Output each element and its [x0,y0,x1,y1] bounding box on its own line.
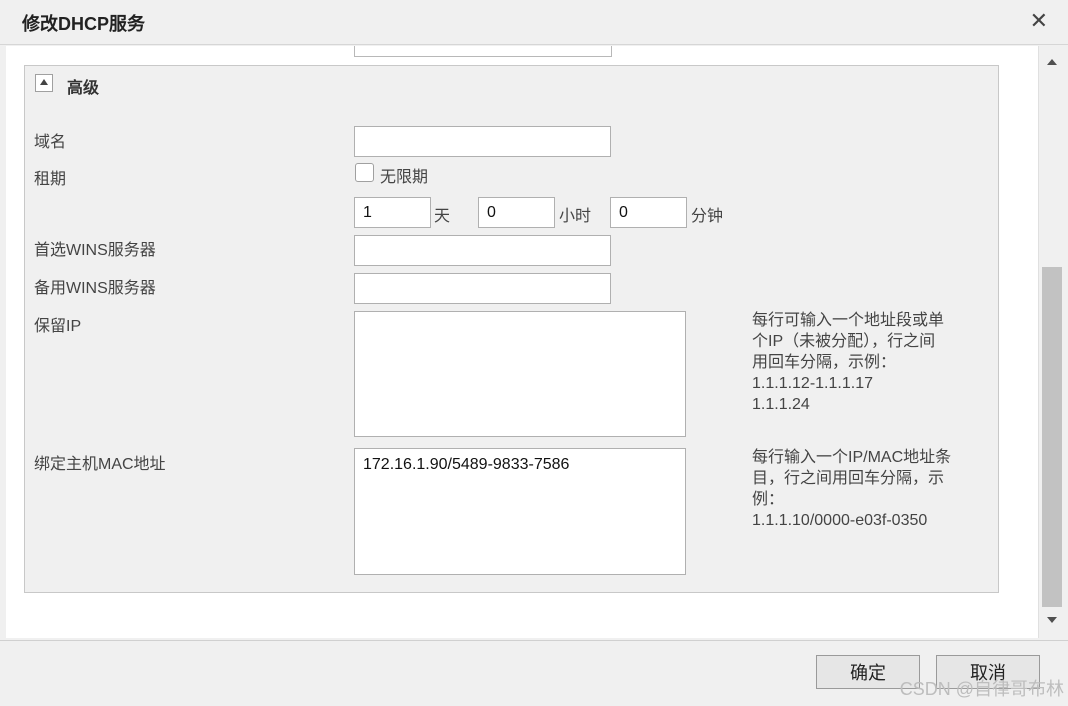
chevron-down-icon[interactable] [1040,608,1064,630]
hint-line: 例： [752,491,785,508]
dialog-content[interactable]: 高级 域名 租期 无限期 天 小时 分钟 首选WINS服务器 备用WINS服务器… [6,46,1039,638]
backup-wins-input[interactable] [354,273,611,304]
advanced-section: 高级 域名 租期 无限期 天 小时 分钟 首选WINS服务器 备用WINS服务器… [24,65,999,593]
reserved-ip-textarea[interactable] [354,311,686,437]
dialog-titlebar: 修改DHCP服务 ✕ [0,0,1068,45]
domain-label: 域名 [34,134,67,151]
vertical-scrollbar[interactable] [1040,46,1064,634]
hint-line: 用回车分隔，示例： [752,354,897,371]
clipped-input-field[interactable] [354,46,612,57]
unlimited-lease-checkbox[interactable] [355,163,374,182]
chevron-up-icon[interactable] [1040,50,1064,72]
domain-input[interactable] [354,126,611,157]
hint-line: 1.1.1.24 [752,396,810,413]
reserved-ip-label: 保留IP [34,318,82,335]
scrollbar-thumb[interactable] [1042,267,1062,607]
reserved-ip-hint: 每行可输入一个地址段或单 个IP（未被分配），行之间 用回车分隔，示例： 1.1… [752,310,987,415]
hours-unit-label: 小时 [559,208,592,225]
hint-line: 1.1.1.12-1.1.1.17 [752,375,873,392]
lease-days-input[interactable] [354,197,431,228]
hint-line: 每行输入一个IP/MAC地址条 [752,449,952,466]
dhcp-edit-dialog: 修改DHCP服务 ✕ 高级 域名 租期 无限期 天 小时 分钟 首选WINS服务… [0,0,1068,706]
hint-line: 个IP（未被分配），行之间 [752,333,936,350]
lease-minutes-input[interactable] [610,197,687,228]
watermark: CSDN @自律哥布林 [899,679,1064,699]
mac-binding-textarea[interactable]: 172.16.1.90/5489-9833-7586 [354,448,686,575]
primary-wins-label: 首选WINS服务器 [34,242,156,259]
days-unit-label: 天 [434,208,451,225]
minutes-unit-label: 分钟 [691,208,724,225]
hint-line: 1.1.1.10/0000-e03f-0350 [752,512,928,529]
mac-binding-label: 绑定主机MAC地址 [34,456,166,473]
unlimited-lease-label: 无限期 [380,169,429,186]
backup-wins-label: 备用WINS服务器 [34,280,156,297]
dialog-title: 修改DHCP服务 [22,14,146,34]
lease-label: 租期 [34,171,67,188]
primary-wins-input[interactable] [354,235,611,266]
hint-line: 目，行之间用回车分隔，示 [752,470,945,487]
collapse-toggle-icon[interactable] [35,74,53,92]
lease-hours-input[interactable] [478,197,555,228]
hint-line: 每行可输入一个地址段或单 [752,312,945,329]
mac-binding-hint: 每行输入一个IP/MAC地址条 目，行之间用回车分隔，示 例： 1.1.1.10… [752,447,987,531]
close-icon[interactable]: ✕ [1030,8,1048,34]
advanced-section-title: 高级 [67,80,100,97]
